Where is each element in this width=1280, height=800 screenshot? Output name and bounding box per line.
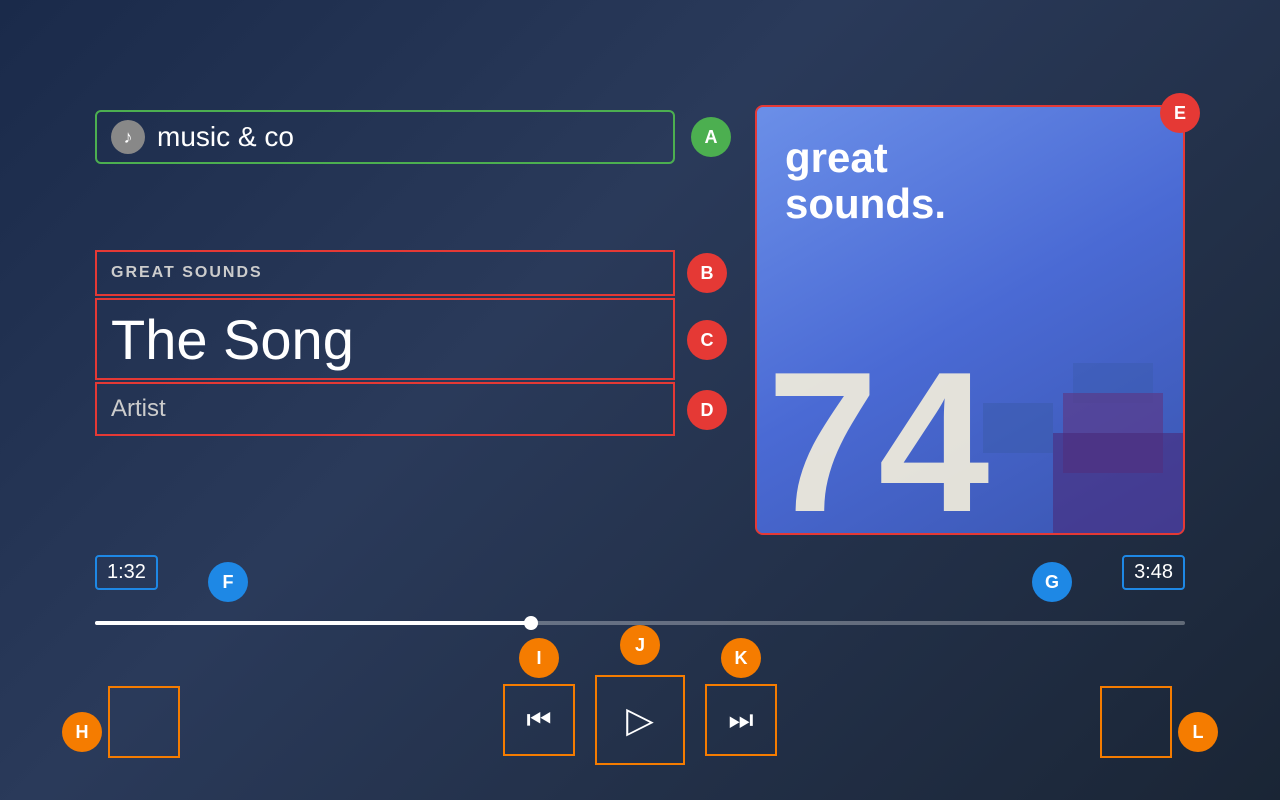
badge-i: I — [519, 638, 559, 678]
play-icon: ▷ — [626, 699, 654, 741]
song-row: The Song C — [95, 300, 727, 380]
next-button[interactable]: ⏭ — [705, 684, 777, 756]
deco-block-2 — [1053, 433, 1183, 533]
time-end-area: 3:48 — [1122, 555, 1185, 590]
play-button[interactable]: ▷ — [595, 675, 685, 765]
badge-b: B — [687, 253, 727, 293]
badge-g: G — [1032, 562, 1072, 602]
album-number: 74 — [767, 343, 989, 535]
app-name-box: ♪ music & co — [95, 110, 675, 164]
genre-box: GREAT SOUNDS — [95, 250, 675, 296]
app-name-label: music & co — [157, 121, 294, 153]
next-icon: ⏭ — [728, 704, 753, 737]
controls-section: I ⏮ J ▷ K ⏭ — [0, 675, 1280, 765]
artist-box: Artist — [95, 382, 675, 436]
deco-block-3 — [983, 403, 1053, 453]
badge-e: E — [1160, 93, 1200, 133]
time-start-area: 1:32 — [95, 555, 158, 590]
album-inner: great sounds. 74 — [757, 107, 1183, 533]
badge-c: C — [687, 320, 727, 360]
right-action-button[interactable] — [1100, 686, 1172, 758]
progress-thumb[interactable] — [524, 616, 538, 630]
badge-j: J — [620, 625, 660, 665]
artist-row: Artist D — [95, 384, 727, 436]
artist-label: Artist — [111, 395, 166, 423]
current-time: 1:32 — [95, 555, 158, 590]
header-bar: ♪ music & co A — [95, 110, 731, 164]
music-icon: ♪ — [111, 120, 145, 154]
badge-f: F — [208, 562, 248, 602]
badge-k: K — [721, 638, 761, 678]
track-info-section: GREAT SOUNDS B The Song C Artist D — [95, 250, 727, 440]
badge-l: L — [1178, 712, 1218, 752]
next-btn-wrapper: K ⏭ — [705, 684, 777, 756]
album-art: great sounds. 74 — [755, 105, 1185, 535]
genre-row: GREAT SOUNDS B — [95, 250, 727, 296]
song-title-box: The Song — [95, 298, 675, 380]
genre-label: GREAT SOUNDS — [111, 264, 263, 282]
progress-fill — [95, 621, 531, 625]
total-time: 3:48 — [1122, 555, 1185, 590]
badge-a: A — [691, 117, 731, 157]
prev-btn-wrapper: I ⏮ — [503, 684, 575, 756]
play-btn-wrapper: J ▷ — [595, 675, 685, 765]
badge-d: D — [687, 390, 727, 430]
album-title: great sounds. — [785, 135, 946, 227]
prev-icon: ⏮ — [526, 704, 551, 737]
song-title-label: The Song — [111, 307, 354, 372]
prev-button[interactable]: ⏮ — [503, 684, 575, 756]
